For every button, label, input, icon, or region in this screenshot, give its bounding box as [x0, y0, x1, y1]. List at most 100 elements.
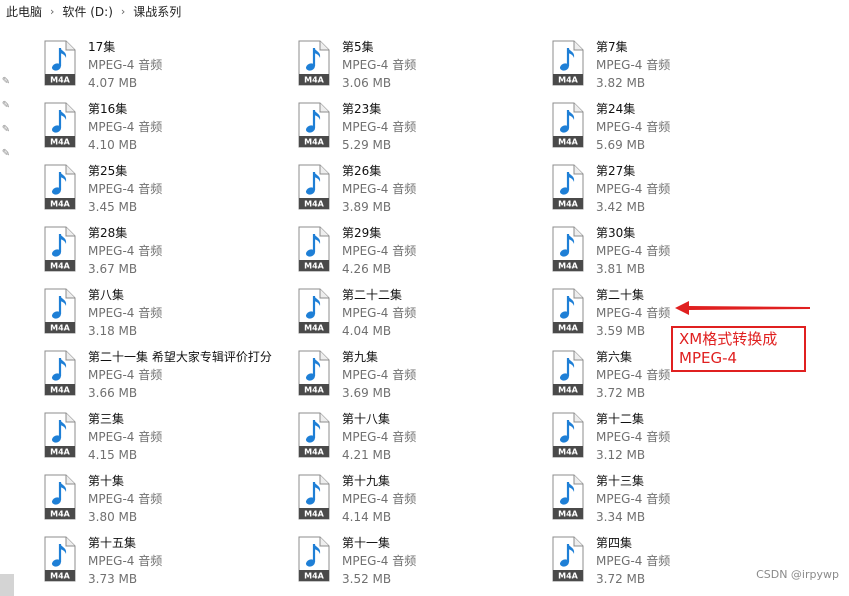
file-item[interactable]: M4A 第十五集 MPEG-4 音频 3.73 MB — [43, 534, 297, 596]
file-type: MPEG-4 音频 — [88, 430, 163, 444]
file-item[interactable]: M4A 第八集 MPEG-4 音频 3.18 MB — [43, 286, 297, 348]
svg-text:M4A: M4A — [558, 386, 579, 395]
file-item[interactable]: M4A 第四集 MPEG-4 音频 3.72 MB — [551, 534, 805, 596]
navigation-scrollbar-thumb[interactable] — [0, 574, 14, 596]
file-item[interactable]: M4A 第25集 MPEG-4 音频 3.45 MB — [43, 162, 297, 224]
file-name: 第29集 — [342, 226, 382, 240]
svg-text:M4A: M4A — [558, 262, 579, 271]
file-size: 3.67 MB — [88, 262, 138, 276]
m4a-file-icon: M4A — [297, 288, 331, 334]
file-type: MPEG-4 音频 — [342, 58, 417, 72]
file-name: 第八集 — [88, 288, 125, 302]
file-type: MPEG-4 音频 — [342, 430, 417, 444]
svg-text:M4A: M4A — [304, 138, 325, 147]
file-item[interactable]: M4A 第7集 MPEG-4 音频 3.82 MB — [551, 38, 805, 100]
m4a-file-icon: M4A — [297, 412, 331, 458]
file-type: MPEG-4 音频 — [342, 554, 417, 568]
file-item[interactable]: M4A 第十二集 MPEG-4 音频 3.12 MB — [551, 410, 805, 472]
file-size: 3.06 MB — [342, 76, 392, 90]
file-item[interactable]: M4A 第26集 MPEG-4 音频 3.89 MB — [297, 162, 551, 224]
file-name: 第二十一集 希望大家专辑评价打分 — [88, 350, 272, 364]
file-item[interactable]: M4A 第二十二集 MPEG-4 音频 4.04 MB — [297, 286, 551, 348]
file-size: 3.81 MB — [596, 262, 646, 276]
file-item[interactable]: M4A 第十三集 MPEG-4 音频 3.34 MB — [551, 472, 805, 534]
breadcrumb-chevron-icon[interactable]: › — [44, 5, 60, 18]
breadcrumb-this-pc[interactable]: 此电脑 — [4, 3, 44, 20]
file-size: 5.69 MB — [596, 138, 646, 152]
file-item[interactable]: M4A 第29集 MPEG-4 音频 4.26 MB — [297, 224, 551, 286]
m4a-file-icon: M4A — [297, 350, 331, 396]
file-type: MPEG-4 音频 — [342, 368, 417, 382]
m4a-file-icon: M4A — [43, 288, 77, 334]
file-item[interactable]: M4A 第5集 MPEG-4 音频 3.06 MB — [297, 38, 551, 100]
svg-text:M4A: M4A — [50, 138, 71, 147]
annotation-line-2: MPEG-4 — [679, 349, 738, 367]
svg-text:M4A: M4A — [304, 262, 325, 271]
file-item[interactable]: M4A 第24集 MPEG-4 音频 5.69 MB — [551, 100, 805, 162]
svg-text:M4A: M4A — [304, 200, 325, 209]
pin-icon[interactable]: ✎ — [0, 148, 12, 160]
file-name: 第26集 — [342, 164, 382, 178]
file-size: 3.72 MB — [596, 386, 646, 400]
m4a-file-icon: M4A — [43, 474, 77, 520]
file-item[interactable]: M4A 第27集 MPEG-4 音频 3.42 MB — [551, 162, 805, 224]
pin-icon[interactable]: ✎ — [0, 76, 12, 88]
file-size: 3.42 MB — [596, 200, 646, 214]
file-type: MPEG-4 音频 — [342, 492, 417, 506]
m4a-file-icon: M4A — [551, 226, 585, 272]
m4a-file-icon: M4A — [297, 40, 331, 86]
file-name: 第十一集 — [342, 536, 391, 550]
file-item[interactable]: M4A 第十九集 MPEG-4 音频 4.14 MB — [297, 472, 551, 534]
file-item[interactable]: M4A 第16集 MPEG-4 音频 4.10 MB — [43, 100, 297, 162]
file-size: 3.45 MB — [88, 200, 138, 214]
pin-icon[interactable]: ✎ — [0, 100, 12, 112]
svg-text:M4A: M4A — [50, 448, 71, 457]
file-type: MPEG-4 音频 — [88, 58, 163, 72]
m4a-file-icon: M4A — [297, 226, 331, 272]
file-item[interactable]: M4A 第23集 MPEG-4 音频 5.29 MB — [297, 100, 551, 162]
file-type: MPEG-4 音频 — [596, 182, 671, 196]
file-size: 3.66 MB — [88, 386, 138, 400]
file-name: 第23集 — [342, 102, 382, 116]
file-name: 第7集 — [596, 40, 628, 54]
file-size: 3.80 MB — [88, 510, 138, 524]
m4a-file-icon: M4A — [551, 536, 585, 582]
m4a-file-icon: M4A — [43, 226, 77, 272]
file-item[interactable]: M4A 第二十一集 希望大家专辑评价打分 MPEG-4 音频 3.66 MB — [43, 348, 297, 410]
svg-text:M4A: M4A — [50, 324, 71, 333]
pin-icon[interactable]: ✎ — [0, 124, 12, 136]
file-size: 3.34 MB — [596, 510, 646, 524]
file-size: 3.12 MB — [596, 448, 646, 462]
navigation-pane-edge: ✎ ✎ ✎ ✎ — [0, 22, 14, 596]
file-name: 第二十二集 — [342, 288, 403, 302]
file-size: 4.04 MB — [342, 324, 392, 338]
breadcrumb-current-folder[interactable]: 课战系列 — [131, 3, 183, 20]
file-name: 17集 — [88, 40, 116, 54]
file-type: MPEG-4 音频 — [596, 492, 671, 506]
file-type: MPEG-4 音频 — [342, 244, 417, 258]
file-item[interactable]: M4A 第十一集 MPEG-4 音频 3.52 MB — [297, 534, 551, 596]
file-type: MPEG-4 音频 — [596, 58, 671, 72]
m4a-file-icon: M4A — [297, 474, 331, 520]
file-item[interactable]: M4A 17集 MPEG-4 音频 4.07 MB — [43, 38, 297, 100]
svg-text:M4A: M4A — [50, 76, 71, 85]
file-item[interactable]: M4A 第28集 MPEG-4 音频 3.67 MB — [43, 224, 297, 286]
m4a-file-icon: M4A — [297, 536, 331, 582]
file-type: MPEG-4 音频 — [88, 554, 163, 568]
breadcrumb-chevron-icon[interactable]: › — [115, 5, 131, 18]
annotation-callout: XM格式转换成 MPEG-4 — [671, 326, 806, 372]
svg-text:M4A: M4A — [558, 448, 579, 457]
file-item[interactable]: M4A 第九集 MPEG-4 音频 3.69 MB — [297, 348, 551, 410]
file-size: 4.15 MB — [88, 448, 138, 462]
file-type: MPEG-4 音频 — [88, 244, 163, 258]
svg-text:M4A: M4A — [50, 510, 71, 519]
file-item[interactable]: M4A 第30集 MPEG-4 音频 3.81 MB — [551, 224, 805, 286]
m4a-file-icon: M4A — [551, 40, 585, 86]
file-item[interactable]: M4A 第三集 MPEG-4 音频 4.15 MB — [43, 410, 297, 472]
file-item[interactable]: M4A 第十八集 MPEG-4 音频 4.21 MB — [297, 410, 551, 472]
breadcrumb-drive-d[interactable]: 软件 (D:) — [60, 3, 114, 20]
file-size: 3.82 MB — [596, 76, 646, 90]
file-type: MPEG-4 音频 — [88, 492, 163, 506]
file-item[interactable]: M4A 第十集 MPEG-4 音频 3.80 MB — [43, 472, 297, 534]
file-size: 5.29 MB — [342, 138, 392, 152]
